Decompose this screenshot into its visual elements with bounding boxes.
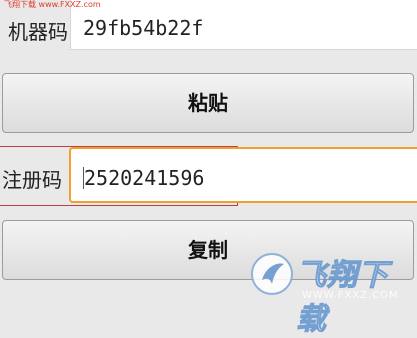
watermark-text: 飞翔下载 www.FXXZ.com	[4, 0, 101, 9]
watermark-badge: 飞翔下载 WWW.FXXZ.COM	[250, 248, 410, 338]
machine-code-label: 机器码	[8, 20, 68, 44]
register-code-label: 注册码	[2, 168, 62, 192]
machine-code-value: 29fb54b22f	[83, 16, 204, 40]
watermark-logo-icon	[251, 253, 293, 295]
copy-button-label: 复制	[188, 238, 228, 262]
machine-code-field[interactable]: 29fb54b22f	[70, 0, 417, 50]
register-code-field[interactable]: 2520241596	[69, 147, 417, 203]
paste-button-label: 粘贴	[188, 91, 228, 115]
watermark-url: WWW.FXXZ.COM	[302, 290, 399, 301]
paste-button[interactable]: 粘贴	[2, 73, 414, 133]
register-code-value: 2520241596	[84, 166, 205, 190]
